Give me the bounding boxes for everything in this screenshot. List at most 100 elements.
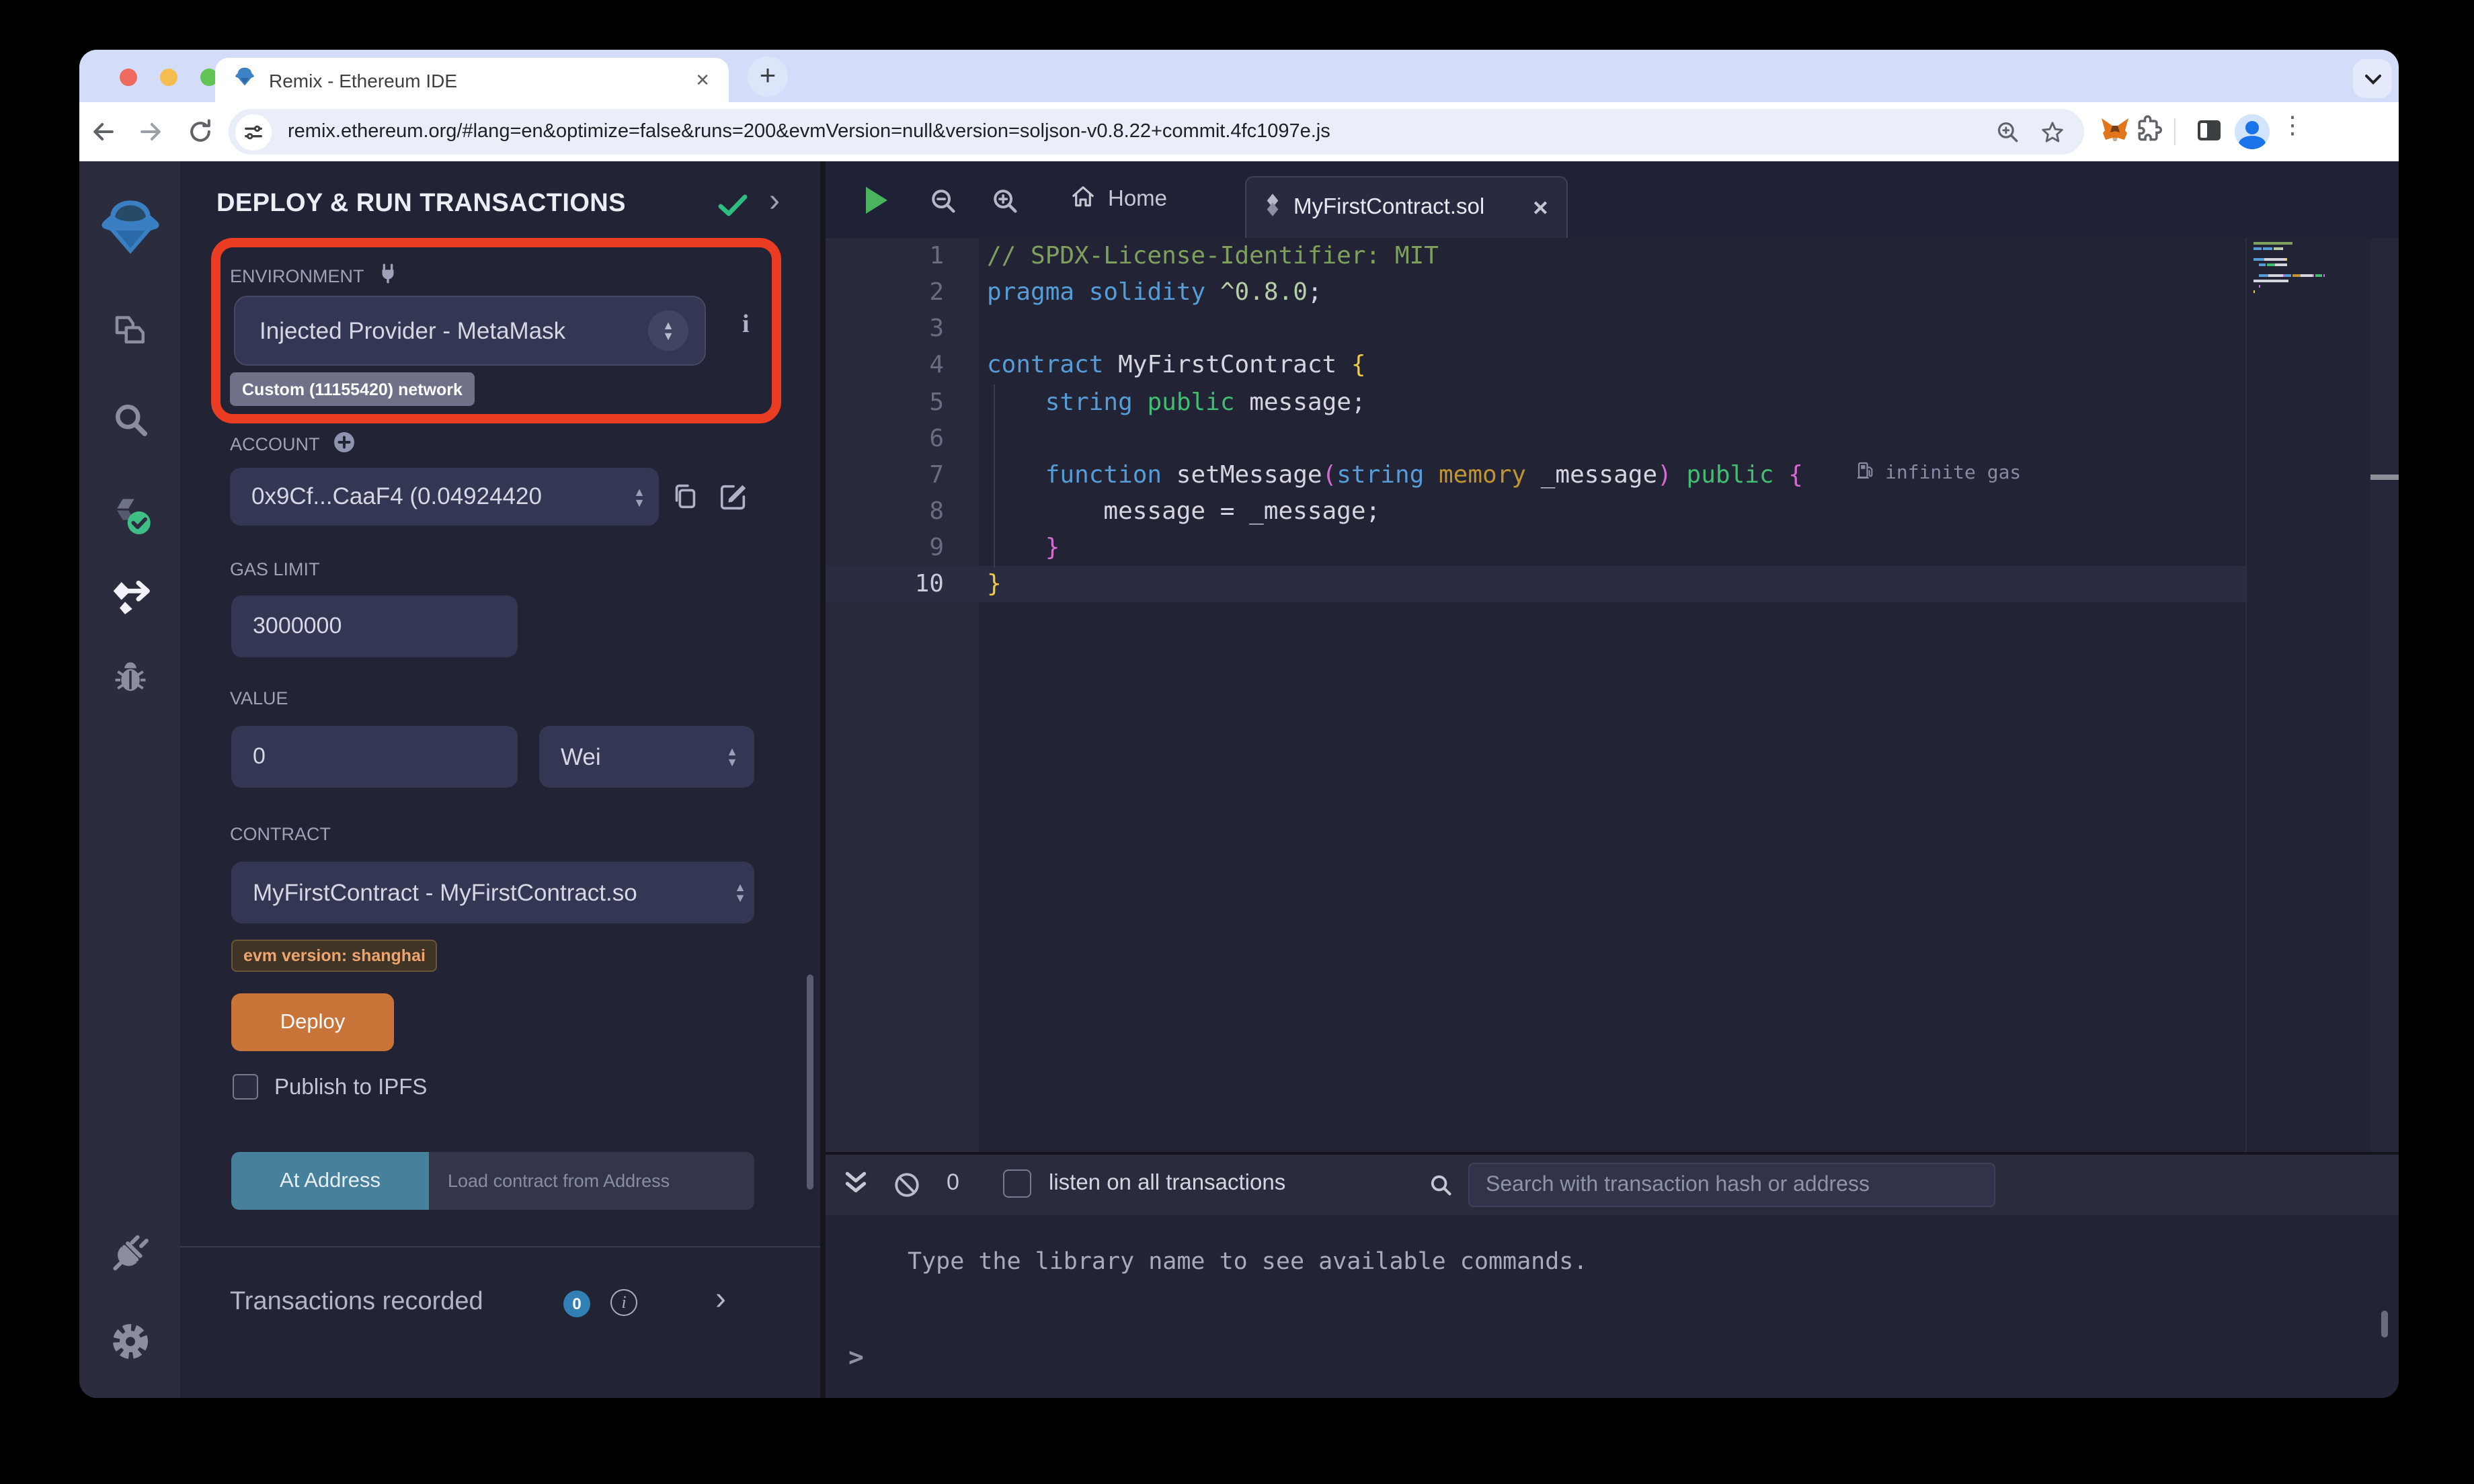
new-tab-button[interactable]: + <box>748 56 788 97</box>
close-window-button[interactable] <box>120 69 137 86</box>
close-file-tab-icon[interactable]: ✕ <box>1532 196 1549 220</box>
environment-info-icon[interactable]: i <box>742 311 750 340</box>
listen-transactions-checkbox[interactable] <box>1003 1169 1031 1198</box>
editor-scroll-gutter[interactable] <box>2370 238 2399 1152</box>
contract-stepper-icon: ▲▼ <box>734 882 746 903</box>
panel-scrollbar[interactable] <box>807 975 813 1190</box>
deploy-run-icon[interactable] <box>79 577 180 620</box>
code-line[interactable]: 8 message = _message; <box>826 493 2399 530</box>
add-account-icon[interactable] <box>332 430 356 458</box>
value-unit: Wei <box>561 743 726 771</box>
zoom-out-icon[interactable] <box>928 186 959 223</box>
code-line[interactable]: 1// SPDX-License-Identifier: MIT <box>826 238 2399 274</box>
line-number: 6 <box>826 425 944 453</box>
window-controls[interactable] <box>120 69 218 86</box>
browser-menu-icon[interactable]: ⋮ <box>2280 112 2305 140</box>
address-bar[interactable]: remix.ethereum.org/#lang=en&optimize=fal… <box>229 109 2084 155</box>
environment-stepper-icon: ▲▼ <box>648 311 688 351</box>
line-number: 9 <box>826 534 944 562</box>
edit-account-icon[interactable] <box>718 481 749 512</box>
site-settings-icon[interactable] <box>235 114 272 150</box>
line-number: 10 <box>826 571 944 599</box>
file-explorer-icon[interactable] <box>79 309 180 349</box>
value-input[interactable] <box>231 726 518 788</box>
url-text[interactable]: remix.ethereum.org/#lang=en&optimize=fal… <box>288 121 1995 142</box>
solidity-file-icon <box>1264 193 1281 222</box>
tab-close-icon[interactable]: ✕ <box>695 69 710 91</box>
indent-guide <box>994 384 995 567</box>
back-icon[interactable] <box>89 117 118 153</box>
browser-window: Remix - Ethereum IDE ✕ + re <box>79 50 2399 1398</box>
account-select[interactable]: 0x9Cf...CaaF4 (0.04924420 ▲▼ <box>230 468 659 526</box>
file-tab-label: MyFirstContract.sol <box>1293 195 1520 220</box>
line-number: 1 <box>826 242 944 270</box>
environment-value: Injected Provider - MetaMask <box>260 317 648 345</box>
minimap[interactable] <box>2245 238 2370 1152</box>
copy-account-icon[interactable] <box>670 481 701 512</box>
line-number: 2 <box>826 278 944 306</box>
zoom-in-icon[interactable] <box>990 186 1021 223</box>
environment-select[interactable]: Injected Provider - MetaMask ▲▼ <box>234 296 706 366</box>
debugger-icon[interactable] <box>79 657 180 698</box>
search-icon[interactable] <box>79 399 180 440</box>
terminal-toolbar: 0 listen on all transactions <box>826 1155 2399 1215</box>
deploy-button[interactable]: Deploy <box>231 993 394 1051</box>
tab-home[interactable]: Home <box>1051 161 1186 238</box>
contract-select[interactable]: MyFirstContract - MyFirstContract.so ▲▼ <box>231 862 754 923</box>
terminal-prompt[interactable]: > <box>848 1343 864 1372</box>
solidity-compiler-icon[interactable] <box>79 493 180 539</box>
terminal[interactable]: Type the library name to see available c… <box>826 1215 2399 1398</box>
browser-tab[interactable]: Remix - Ethereum IDE ✕ <box>215 58 729 102</box>
metamask-extension-icon[interactable] <box>2099 114 2131 147</box>
unit-stepper-icon: ▲▼ <box>726 746 738 768</box>
side-panel-icon[interactable] <box>2193 114 2225 147</box>
reload-icon[interactable] <box>186 117 215 153</box>
code-line[interactable]: 10} <box>826 567 2245 603</box>
plugin-manager-icon[interactable] <box>79 1230 180 1273</box>
minimize-window-button[interactable] <box>160 69 177 86</box>
code-editor[interactable]: 1// SPDX-License-Identifier: MIT2pragma … <box>826 238 2399 1152</box>
settings-gear-icon[interactable] <box>79 1320 180 1363</box>
line-number: 4 <box>826 352 944 380</box>
transactions-info-icon[interactable]: i <box>610 1289 637 1316</box>
toolbar-separator <box>2174 118 2176 145</box>
profile-avatar[interactable] <box>2235 114 2270 149</box>
transactions-expand-chevron-icon[interactable]: › <box>715 1281 726 1319</box>
code-lines[interactable]: 1// SPDX-License-Identifier: MIT2pragma … <box>826 238 2399 603</box>
run-script-icon[interactable] <box>866 187 887 214</box>
code-line[interactable]: 2pragma solidity ^0.8.0; <box>826 274 2399 311</box>
publish-ipfs-checkbox[interactable] <box>233 1074 258 1100</box>
code-line[interactable]: 3 <box>826 311 2399 347</box>
code-line[interactable]: 7 function setMessage(string memory _mes… <box>826 457 2399 493</box>
panel-editor-divider[interactable] <box>820 161 826 1398</box>
editor-scrollbar-thumb[interactable] <box>2370 475 2399 480</box>
page-zoom-icon[interactable] <box>1995 119 2021 145</box>
browser-tabstrip: Remix - Ethereum IDE ✕ + <box>79 50 2399 102</box>
remix-logo-icon[interactable] <box>79 194 180 261</box>
code-line[interactable]: 5 string public message; <box>826 384 2399 420</box>
contract-value: MyFirstContract - MyFirstContract.so <box>253 878 734 907</box>
tab-search-button[interactable] <box>2353 59 2392 98</box>
forward-icon[interactable] <box>136 117 165 153</box>
clear-console-icon[interactable] <box>893 1171 921 1206</box>
listen-transactions-label: listen on all transactions <box>1049 1171 1285 1196</box>
expand-terminal-icon[interactable] <box>844 1171 867 1203</box>
value-unit-select[interactable]: Wei ▲▼ <box>539 726 754 788</box>
tab-myfirstcontract[interactable]: MyFirstContract.sol ✕ <box>1245 176 1568 238</box>
screen: Remix - Ethereum IDE ✕ + re <box>0 0 2474 1484</box>
terminal-scrollbar-thumb[interactable] <box>2381 1311 2388 1337</box>
bookmark-star-icon[interactable] <box>2040 119 2065 145</box>
gas-limit-input[interactable] <box>231 595 518 657</box>
extensions-puzzle-icon[interactable] <box>2134 114 2163 144</box>
panel-expand-chevron-icon[interactable]: › <box>769 183 780 220</box>
remix-icon-panel <box>79 161 180 1398</box>
at-address-input[interactable] <box>429 1152 754 1210</box>
code-line[interactable]: 9 } <box>826 530 2399 566</box>
code-line[interactable]: 4contract MyFirstContract { <box>826 347 2399 384</box>
terminal-search-input[interactable] <box>1468 1163 1995 1207</box>
contract-label: CONTRACT <box>230 824 331 844</box>
at-address-button[interactable]: At Address <box>231 1152 429 1210</box>
home-tab-label: Home <box>1108 187 1167 212</box>
line-number: 5 <box>826 388 944 416</box>
code-line[interactable]: 6 <box>826 420 2399 456</box>
